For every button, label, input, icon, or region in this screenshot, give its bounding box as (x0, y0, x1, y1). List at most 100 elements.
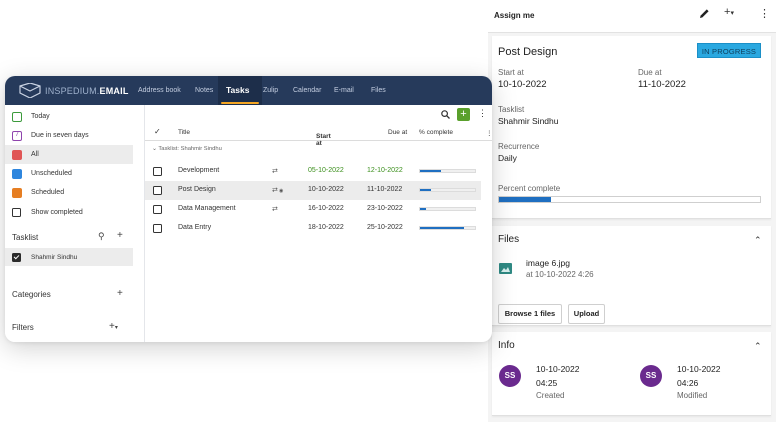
created-date: 10-10-2022 (536, 364, 580, 374)
top-navigation-bar: INSPEDIUM.EMAIL Address book Notes Tasks… (5, 76, 492, 105)
upload-button[interactable]: Upload (568, 304, 605, 324)
tasklist-item-label: Shahmir Sindhu (31, 253, 78, 261)
add-menu-button[interactable]: +▾ (724, 6, 734, 18)
nav-calendar[interactable]: Calendar (293, 76, 321, 105)
add-filter-button[interactable]: +▾ (109, 321, 118, 332)
task-detail-panel: Assign me +▾ ⋮ Post Design IN PROGRESS S… (488, 0, 776, 422)
task-progress-fill (420, 189, 431, 191)
info-title: Info (498, 340, 515, 351)
show-completed-toggle[interactable]: Show completed (5, 203, 145, 222)
edit-pencil-icon[interactable] (699, 8, 710, 22)
task-title-cell[interactable]: Data Entry (178, 224, 211, 231)
tasklist-label: Tasklist (498, 105, 525, 114)
files-collapse-icon[interactable]: ⌃ (754, 235, 762, 246)
calendar-seven-icon: 7 (12, 130, 22, 141)
file-name[interactable]: image 6.jpg (526, 258, 570, 268)
nav-tasks[interactable]: Tasks (226, 76, 249, 105)
task-start-cell: 05-10-2022 (308, 167, 344, 174)
task-due-cell: 12-10-2022 (367, 167, 403, 174)
tasks-app-window: INSPEDIUM.EMAIL Address book Notes Tasks… (5, 76, 492, 342)
task-summary-card: Post Design IN PROGRESS Start at 10-10-2… (492, 36, 771, 219)
table-header: ✓ Title Start at ↓ Due at % complete ⋮ (145, 125, 492, 147)
task-checkbox[interactable] (153, 224, 162, 233)
column-due-at[interactable]: Due at (388, 129, 407, 136)
tasklist-item[interactable]: Shahmir Sindhu (5, 248, 133, 266)
start-value: 10-10-2022 (498, 79, 547, 90)
sidebar-item-unscheduled[interactable]: Unscheduled (5, 164, 145, 183)
sidebar-item-today[interactable]: Today (5, 107, 145, 126)
task-checkbox[interactable] (153, 167, 162, 176)
task-title-cell[interactable]: Data Management (178, 205, 236, 212)
column-title[interactable]: Title (178, 129, 190, 136)
unscheduled-icon (12, 168, 22, 179)
files-card: Files ⌃ image 6.jpg at 10-10-2022 4:26 B… (492, 226, 771, 326)
task-progress-fill (420, 208, 426, 210)
file-meta: at 10-10-2022 4:26 (526, 270, 594, 279)
logo-icon (19, 83, 41, 98)
start-label: Start at (498, 68, 524, 77)
show-completed-checkbox[interactable] (12, 208, 21, 217)
app-logo[interactable]: INSPEDIUM.EMAIL (19, 81, 129, 100)
task-checkbox[interactable] (153, 186, 162, 195)
assign-me-link[interactable]: Assign me (494, 11, 534, 20)
recurring-icon: ⇄ (272, 168, 278, 175)
list-options-icon[interactable]: ⋮ (478, 108, 487, 119)
task-checkbox[interactable] (153, 205, 162, 214)
task-due-cell: 25-10-2022 (367, 224, 403, 231)
table-row[interactable]: Development ⇄ 05-10-2022 12-10-2022 (145, 162, 481, 181)
nav-address-book[interactable]: Address book (138, 76, 181, 105)
nav-files[interactable]: Files (371, 76, 386, 105)
task-start-cell: 16-10-2022 (308, 205, 344, 212)
more-options-icon[interactable]: ⋮ (759, 7, 770, 20)
task-progress-bar (419, 169, 476, 173)
chevron-down-icon: ⌄ (152, 146, 157, 152)
nav-zulip[interactable]: Zulip (263, 76, 278, 105)
tasklist-group-header[interactable]: ⌄ Tasklist: Shahmir Sindhu (152, 146, 222, 152)
task-progress-bar (419, 188, 476, 192)
task-start-cell: 10-10-2022 (308, 186, 344, 193)
sidebar-item-label: All (31, 151, 39, 158)
tasklist-search-icon[interactable]: ⚲ (98, 231, 105, 242)
sort-arrow-icon: ↓ (316, 133, 320, 140)
add-tasklist-button[interactable]: + (117, 230, 123, 241)
recurrence-label: Recurrence (498, 142, 540, 151)
task-due-cell: 11-10-2022 (367, 186, 403, 193)
sidebar-item-label: Unscheduled (31, 170, 72, 177)
add-task-button[interactable]: + (457, 108, 470, 121)
sidebar-item-due-seven-days[interactable]: 7 Due in seven days (5, 126, 145, 145)
created-time: 04:25 (536, 378, 558, 388)
files-title: Files (498, 234, 520, 245)
select-all-check-icon[interactable]: ✓ (154, 127, 161, 136)
logo-text: INSPEDIUM.EMAIL (45, 85, 129, 96)
sidebar-item-scheduled[interactable]: Scheduled (5, 183, 145, 202)
filters-heading: Filters (12, 323, 34, 332)
task-title-cell[interactable]: Development (178, 167, 219, 174)
nav-email[interactable]: E-mail (334, 76, 354, 105)
tasklist-checkbox[interactable] (12, 252, 21, 262)
info-collapse-icon[interactable]: ⌃ (754, 341, 762, 352)
column-percent-complete[interactable]: % complete (419, 129, 453, 136)
task-progress-fill (420, 170, 441, 172)
table-row[interactable]: Data Management ⇄ 16-10-2022 23-10-2022 (145, 200, 481, 219)
percent-label: Percent complete (498, 184, 561, 193)
tasklist-value: Shahmir Sindhu (498, 116, 559, 126)
sidebar: Today 7 Due in seven days All Unschedule… (5, 105, 145, 342)
nav-notes[interactable]: Notes (195, 76, 213, 105)
table-row[interactable]: Post Design ⇄ ◉ 10-10-2022 11-10-2022 (145, 181, 481, 200)
status-badge: IN PROGRESS (697, 43, 761, 58)
sidebar-item-label: Today (31, 113, 50, 120)
percent-complete-fill (499, 197, 552, 202)
sidebar-item-all[interactable]: All (5, 145, 133, 164)
column-options-icon[interactable]: ⋮ (486, 129, 492, 137)
task-progress-bar (419, 207, 476, 211)
active-tab-underline (221, 102, 259, 104)
browse-files-button[interactable]: Browse 1 files (498, 304, 562, 324)
task-title-cell[interactable]: Post Design (178, 186, 216, 193)
eye-icon: ◉ (279, 188, 284, 194)
table-row[interactable]: Data Entry 18-10-2022 25-10-2022 (145, 219, 481, 238)
recurring-icon: ⇄ (272, 206, 278, 213)
search-icon[interactable] (441, 110, 450, 121)
add-category-button[interactable]: + (117, 288, 123, 299)
task-start-cell: 18-10-2022 (308, 224, 344, 231)
sidebar-item-label: Scheduled (31, 189, 65, 196)
